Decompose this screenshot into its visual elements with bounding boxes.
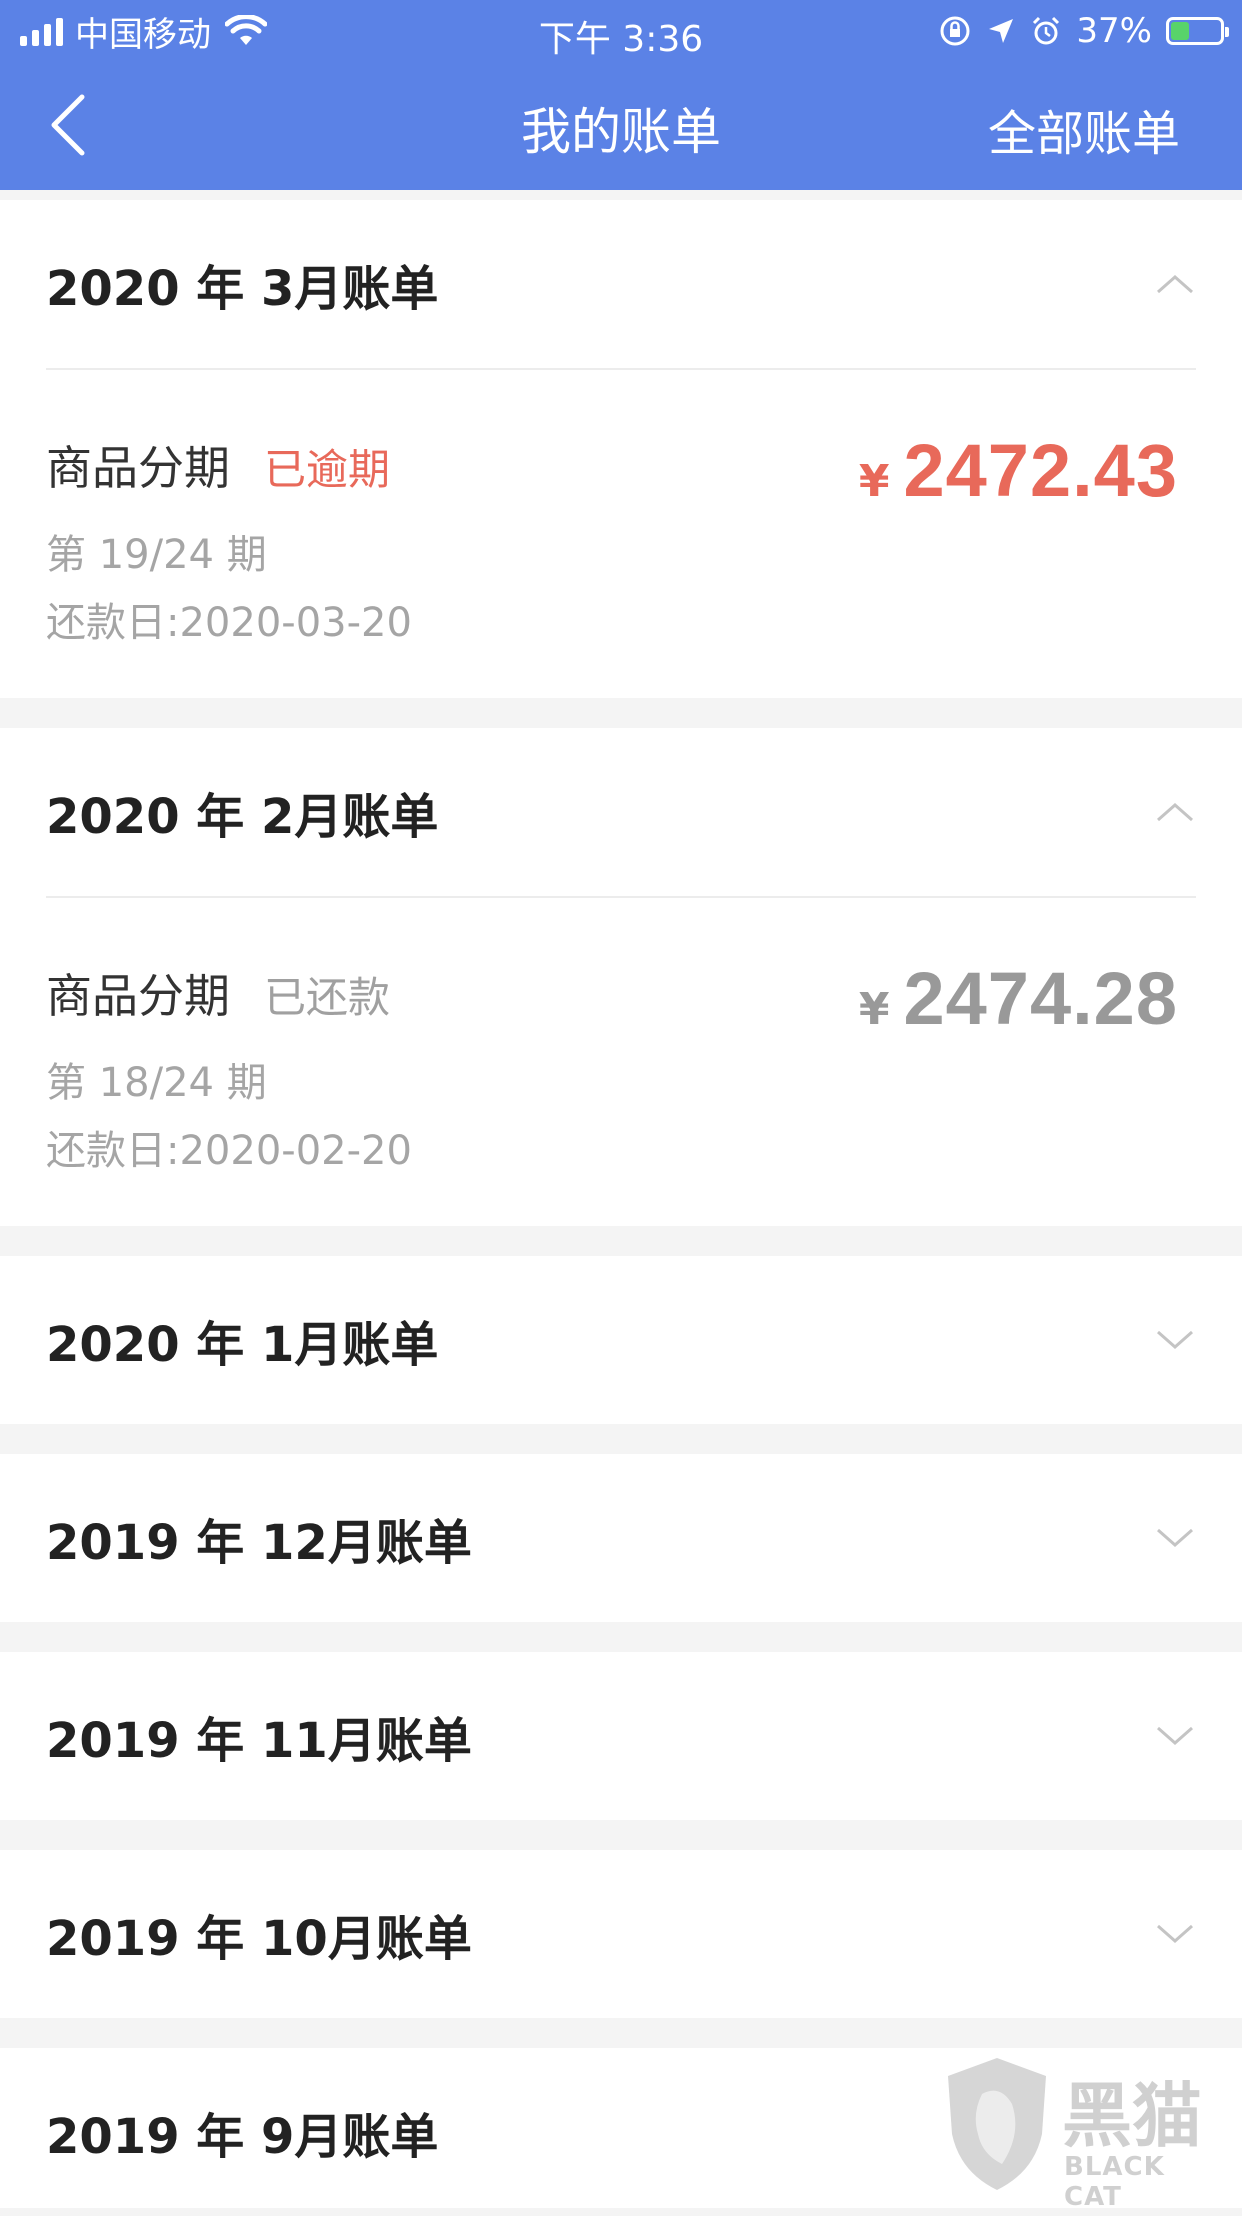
bill-month-header[interactable]: 2019 年 11月账单 [46,1652,1196,1820]
bill-card: 2020 年 2月账单 商品分期 已还款 第 18/24 期 还款日:2020-0… [0,728,1242,1226]
bill-card-collapsed[interactable]: 2019 年 11月账单 [0,1652,1242,1820]
currency-symbol: ¥ [858,456,890,507]
item-amount: ¥ 2472.43 [859,428,1178,513]
bill-card-collapsed[interactable]: 2019 年 12月账单 [0,1454,1242,1622]
watermark-sub: BLACK CAT [1064,2152,1165,2212]
divider [46,896,1196,898]
battery-percent: 37% [1076,11,1152,51]
bill-card: 2020 年 3月账单 商品分期 已逾期 第 19/24 期 还款日:2020-0… [0,200,1242,698]
chevron-down-icon [1157,1924,1193,1944]
item-due-date: 还款日:2020-03-20 [46,600,412,646]
alarm-icon [1033,16,1060,45]
item-status-paid: 已还款 [264,973,391,1022]
bill-month-header[interactable]: 2019 年 12月账单 [46,1454,1196,1622]
item-amount: ¥ 2474.28 [859,956,1178,1041]
all-bills-button[interactable]: 全部账单 [988,94,1180,164]
bill-month-title: 2020 年 2月账单 [46,789,439,845]
status-bar: 中国移动 下午 3:36 37% [0,0,1242,62]
bill-item[interactable]: 商品分期 已还款 [46,960,390,1026]
chevron-down-icon [1157,1330,1193,1350]
currency-symbol: ¥ [858,984,890,1035]
location-icon [989,19,1014,43]
nav-bar: 我的账单 全部账单 [0,62,1242,190]
item-type: 商品分期 [46,969,230,1023]
bill-month-title: 2020 年 3月账单 [46,261,439,317]
chevron-up-icon [1157,274,1193,294]
amount-value: 2474.28 [903,957,1178,1040]
bill-month-title: 2019 年 11月账单 [46,1713,472,1769]
divider [46,368,1196,370]
bill-month-title: 2020 年 1月账单 [46,1317,439,1373]
chevron-down-icon [1157,1726,1193,1746]
cat-shield-icon [948,2058,1046,2190]
bill-item[interactable]: 商品分期 已逾期 [46,432,390,498]
item-period: 第 19/24 期 [46,532,267,578]
battery-fill [1171,22,1189,40]
bill-month-title: 2019 年 9月账单 [46,2109,439,2165]
item-type: 商品分期 [46,441,230,495]
bill-month-header[interactable]: 2020 年 3月账单 [46,200,1196,368]
bill-card-collapsed[interactable]: 2019 年 10月账单 [0,1850,1242,2018]
bill-month-header[interactable]: 2020 年 2月账单 [46,728,1196,896]
chevron-up-icon [1157,802,1193,822]
app-header: 中国移动 下午 3:36 37% 我的账单 全部账单 [0,0,1242,190]
bill-month-header[interactable]: 2020 年 1月账单 [46,1256,1196,1424]
chevron-down-icon [1157,1528,1193,1548]
amount-value: 2472.43 [903,429,1178,512]
item-due-date: 还款日:2020-02-20 [46,1128,412,1174]
bill-month-title: 2019 年 12月账单 [46,1515,472,1571]
watermark-text: 黑猫 [1062,2075,1202,2157]
item-period: 第 18/24 期 [46,1060,267,1106]
status-right: 37% [938,10,1229,52]
item-status-overdue: 已逾期 [264,445,391,494]
bill-month-header[interactable]: 2019 年 10月账单 [46,1850,1196,2018]
bill-card-collapsed[interactable]: 2020 年 1月账单 [0,1256,1242,1424]
watermark: 黑猫 BLACK CAT [942,2050,1232,2212]
orientation-lock-icon [940,16,970,46]
bill-month-title: 2019 年 10月账单 [46,1911,472,1967]
battery-icon [1166,17,1229,45]
